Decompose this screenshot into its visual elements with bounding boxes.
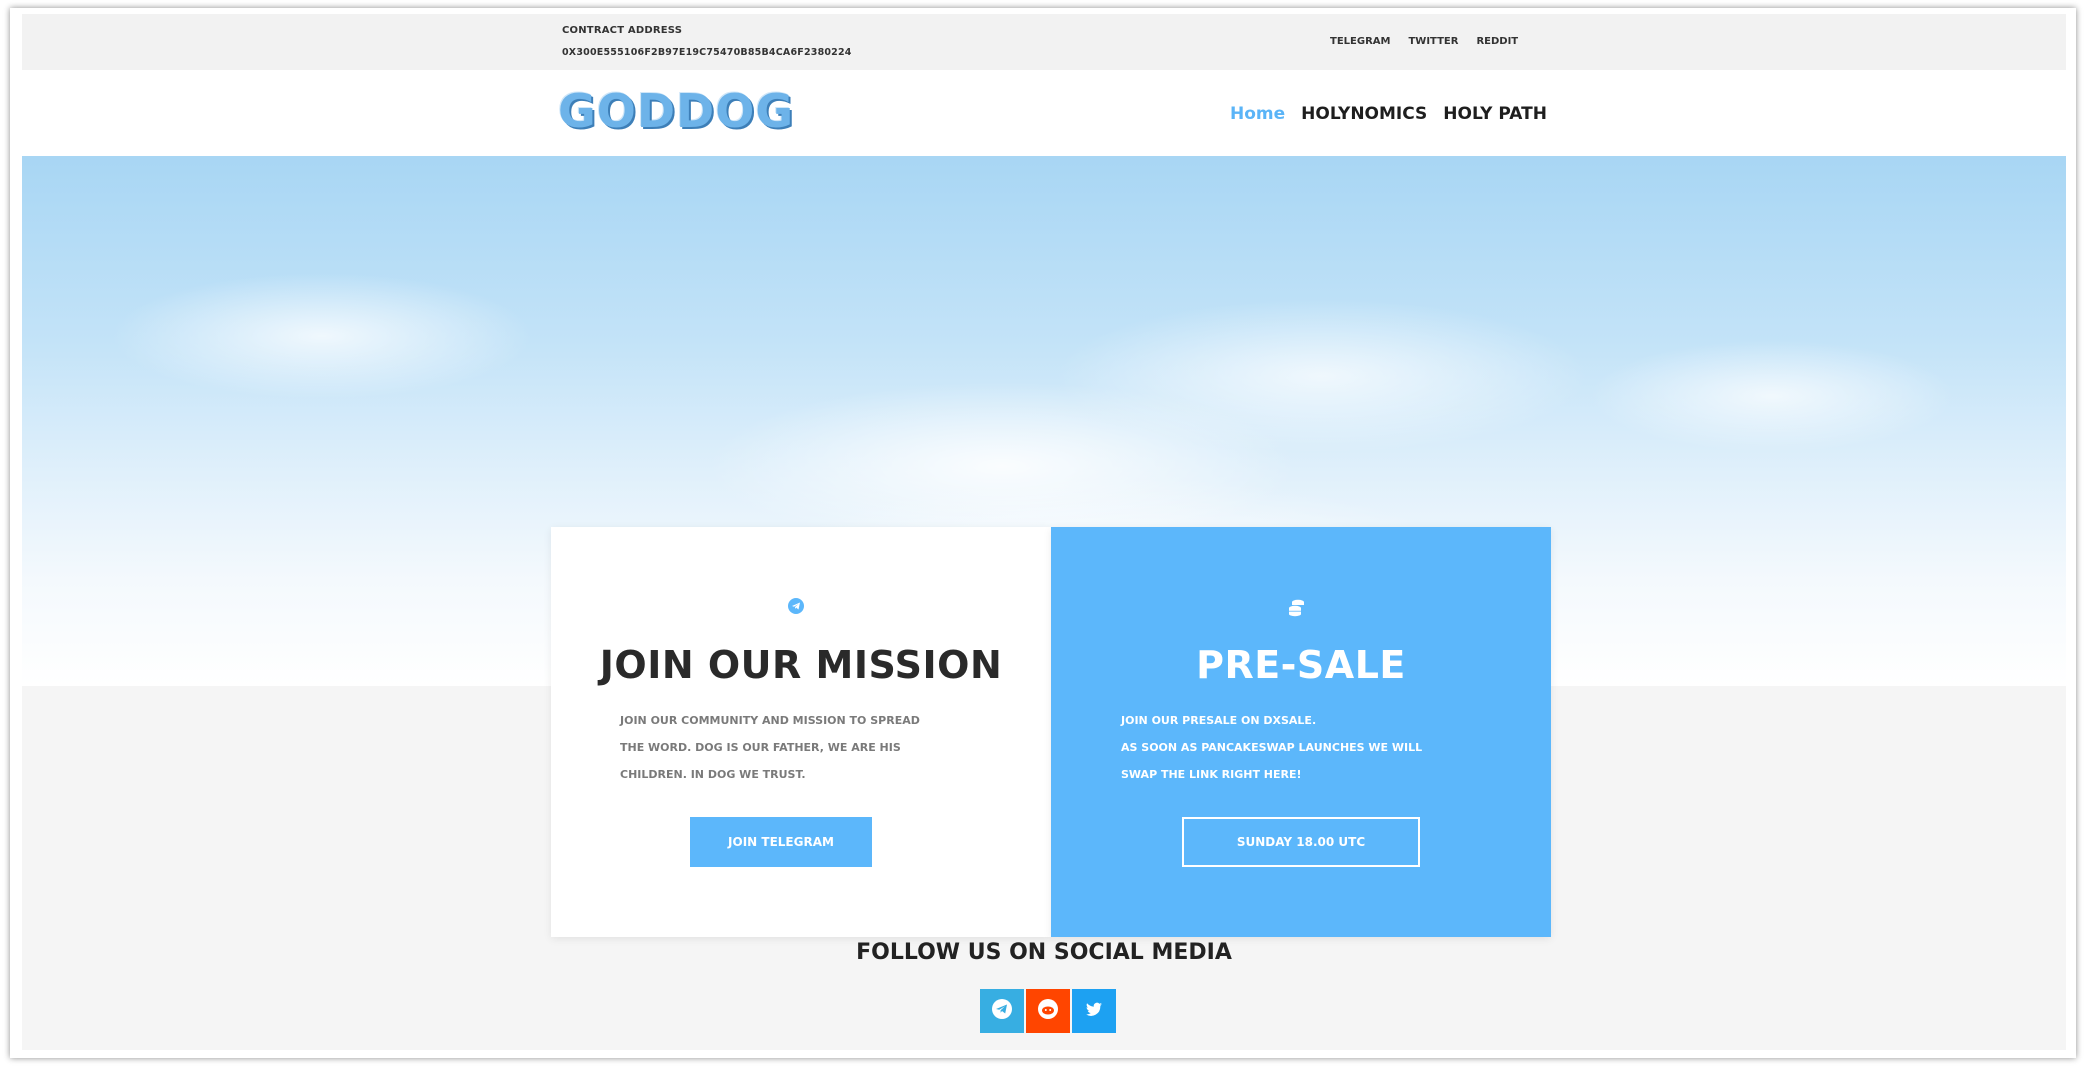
join-telegram-button[interactable]: JOIN TELEGRAM bbox=[690, 817, 872, 867]
social-icons bbox=[980, 989, 1116, 1033]
mission-text: JOIN OUR COMMUNITY AND MISSION TO SPREAD… bbox=[620, 707, 980, 788]
top-link-twitter[interactable]: TWITTER bbox=[1408, 36, 1458, 47]
reddit-icon bbox=[1037, 998, 1059, 1024]
follow-heading: FOLLOW US ON SOCIAL MEDIA bbox=[856, 940, 1232, 965]
nav-home[interactable]: Home bbox=[1230, 104, 1285, 124]
twitter-icon bbox=[1083, 998, 1105, 1024]
mission-text-line: THE WORD. DOG IS OUR FATHER, WE ARE HIS bbox=[620, 741, 901, 754]
presale-title: PRE-SALE bbox=[1196, 643, 1406, 687]
mission-text-line: CHILDREN. IN DOG WE TRUST. bbox=[620, 768, 806, 781]
top-bar: CONTRACT ADDRESS 0X300E555106F2B97E19C75… bbox=[22, 14, 2066, 70]
nav-holynomics[interactable]: HOLYNOMICS bbox=[1301, 104, 1427, 124]
site-logo[interactable]: GODDOG bbox=[558, 84, 794, 138]
top-link-reddit[interactable]: REDDIT bbox=[1476, 36, 1518, 47]
presale-text-line: SWAP THE LINK RIGHT HERE! bbox=[1121, 768, 1302, 781]
presale-card: PRE-SALE JOIN OUR PRESALE ON DXSALE. AS … bbox=[1051, 527, 1551, 937]
site-header: GODDOG Home HOLYNOMICS HOLY PATH bbox=[22, 70, 2066, 156]
mission-card: JOIN OUR MISSION JOIN OUR COMMUNITY AND … bbox=[551, 527, 1051, 937]
nav-holy-path[interactable]: HOLY PATH bbox=[1443, 104, 1547, 124]
reddit-social-button[interactable] bbox=[1026, 989, 1070, 1033]
presale-time-button[interactable]: SUNDAY 18.00 UTC bbox=[1182, 817, 1420, 867]
contract-address: 0X300E555106F2B97E19C75470B85B4CA6F23802… bbox=[562, 47, 852, 58]
telegram-social-button[interactable] bbox=[980, 989, 1024, 1033]
telegram-icon bbox=[788, 598, 804, 614]
presale-text: JOIN OUR PRESALE ON DXSALE. AS SOON AS P… bbox=[1121, 707, 1481, 788]
main-nav: Home HOLYNOMICS HOLY PATH bbox=[1230, 104, 1547, 124]
contract-label: CONTRACT ADDRESS bbox=[562, 25, 683, 36]
mission-text-line: JOIN OUR COMMUNITY AND MISSION TO SPREAD bbox=[620, 714, 920, 727]
presale-text-line: JOIN OUR PRESALE ON DXSALE. bbox=[1121, 714, 1317, 727]
presale-text-line: AS SOON AS PANCAKESWAP LAUNCHES WE WILL bbox=[1121, 741, 1423, 754]
mission-title: JOIN OUR MISSION bbox=[599, 643, 1003, 687]
twitter-social-button[interactable] bbox=[1072, 989, 1116, 1033]
top-link-telegram[interactable]: TELEGRAM bbox=[1330, 36, 1390, 47]
telegram-icon bbox=[991, 998, 1013, 1024]
coins-icon bbox=[1286, 597, 1308, 619]
contract-info: CONTRACT ADDRESS 0X300E555106F2B97E19C75… bbox=[562, 20, 852, 64]
top-links: TELEGRAM TWITTER REDDIT bbox=[1330, 36, 1518, 47]
